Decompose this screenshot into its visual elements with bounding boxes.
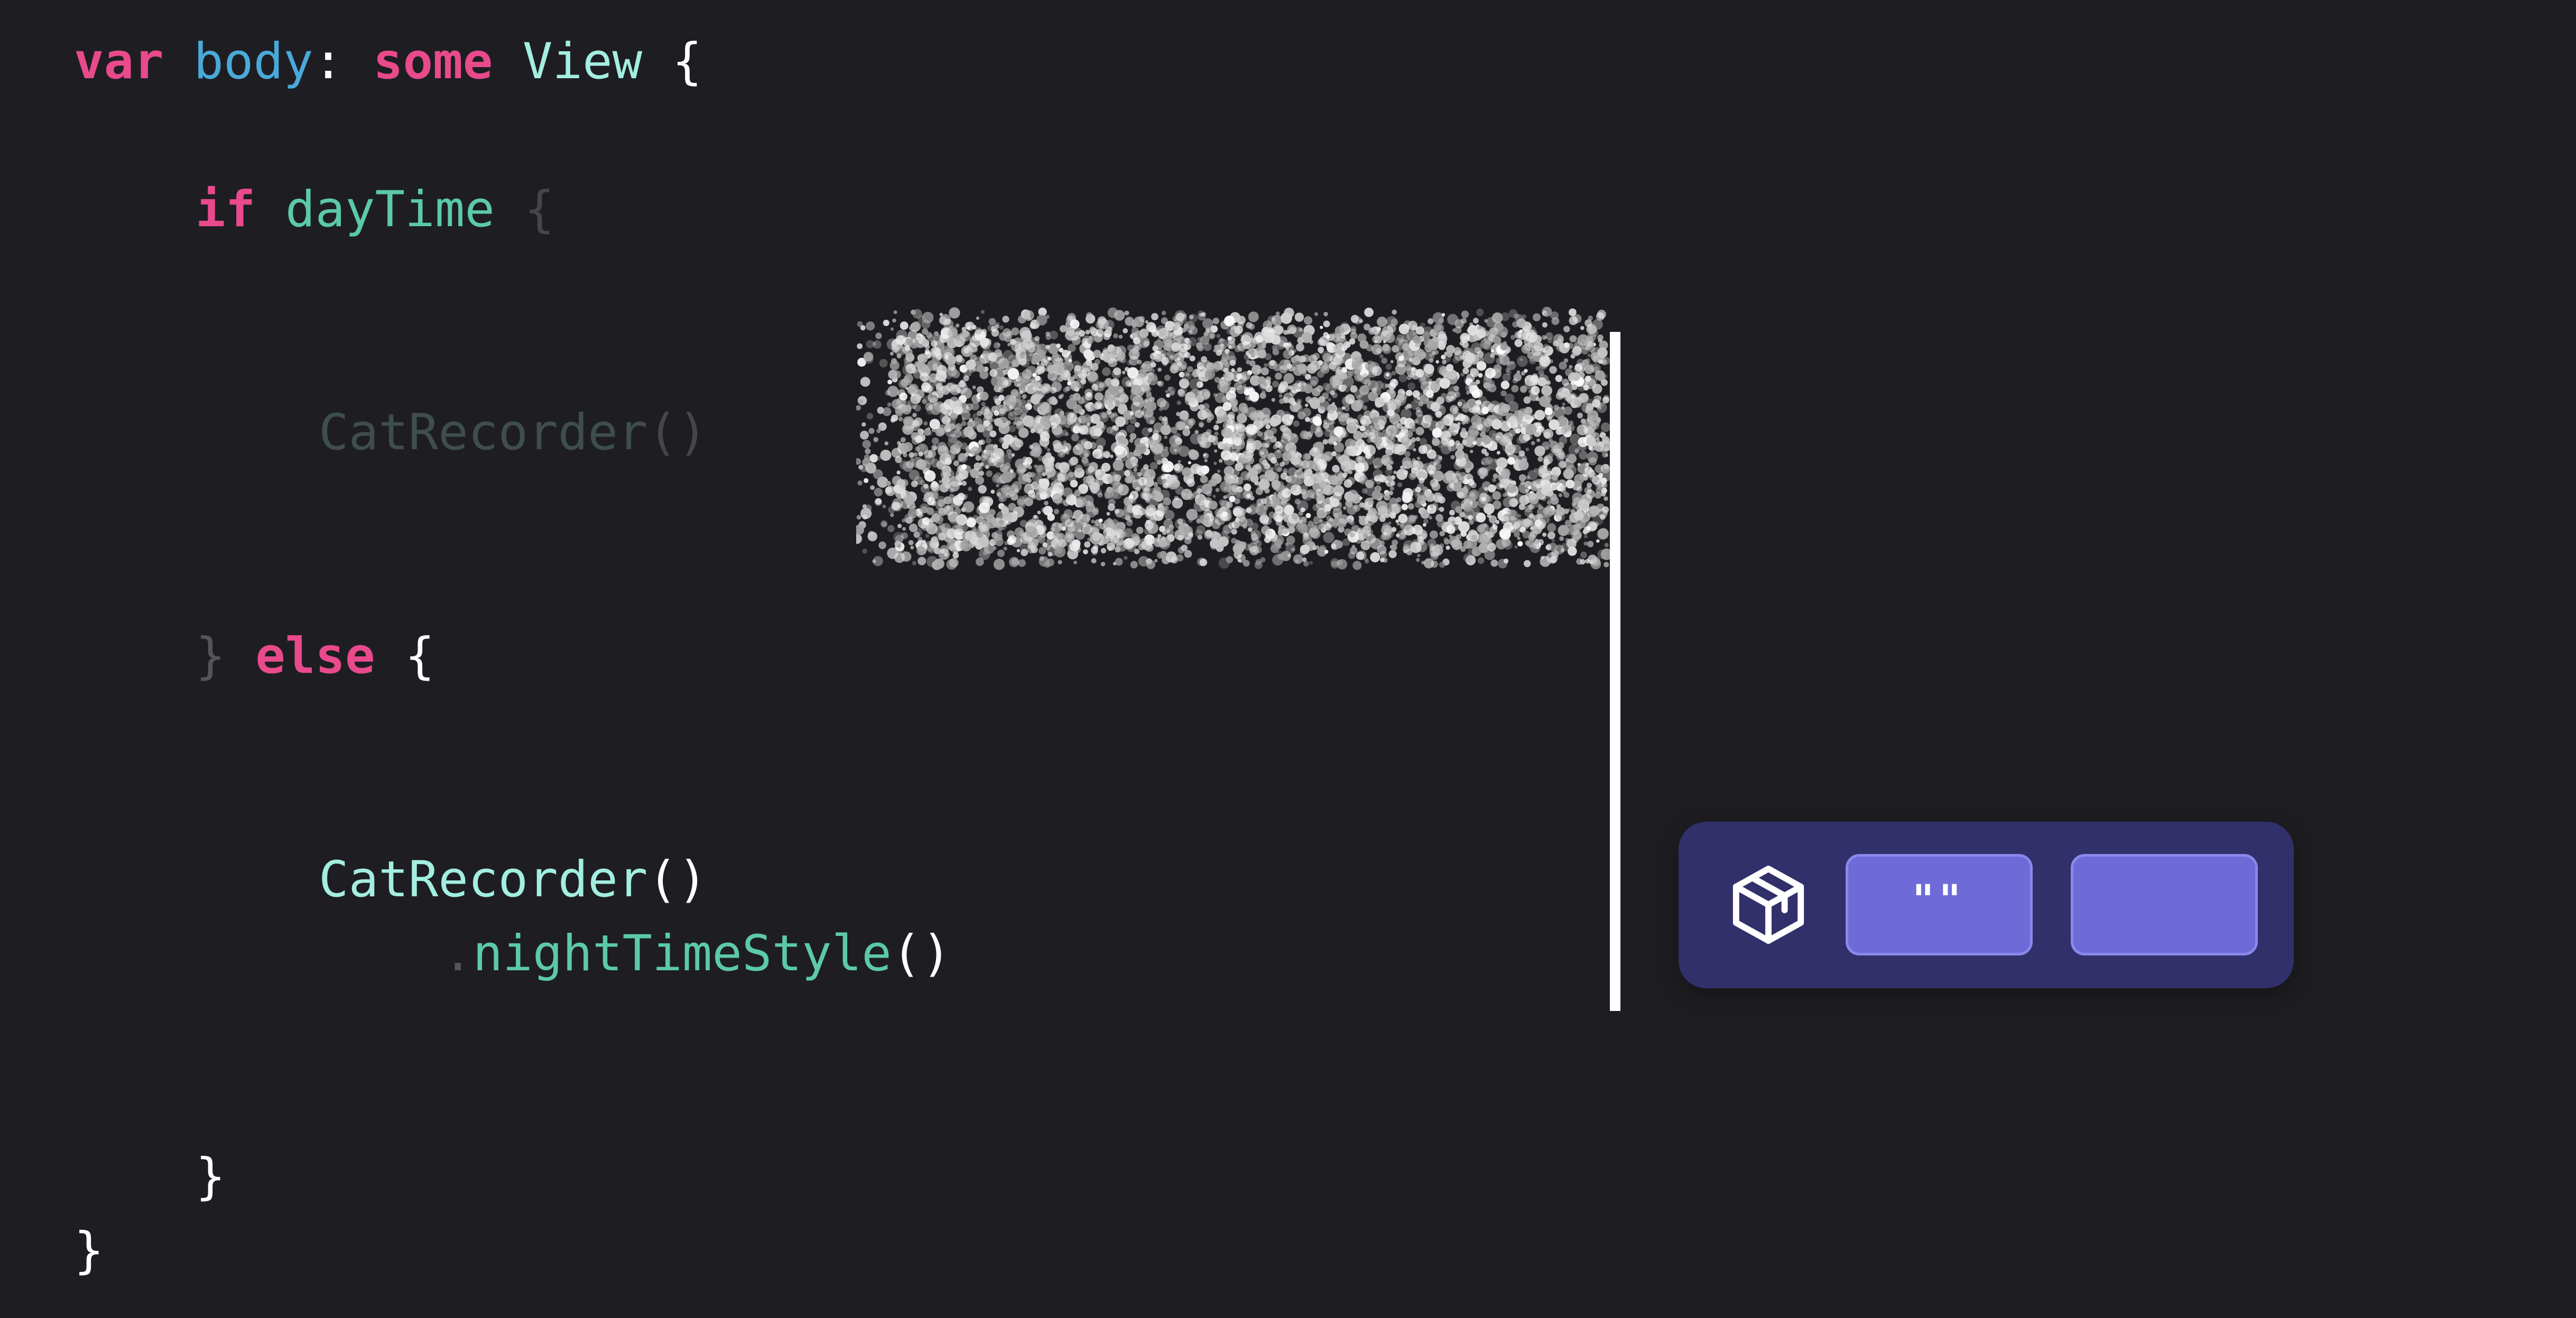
parens: () <box>647 851 708 908</box>
keyword-var: var <box>74 33 164 90</box>
parens: () <box>891 925 952 982</box>
modifier-nighttimestyle: nightTimeStyle <box>472 925 892 982</box>
code-line-2: if dayTime { <box>196 185 554 235</box>
code-line-4: } else { <box>196 632 435 681</box>
keyword-if: if <box>196 181 256 238</box>
floating-toolbar: "" <box>1679 822 2294 988</box>
package-box-icon[interactable] <box>1723 860 1813 950</box>
colon: : <box>313 33 344 90</box>
code-line-6: .nightTimeStyle() <box>443 929 951 979</box>
close-brace: } <box>74 1222 104 1279</box>
code-line-7: } <box>196 1152 226 1202</box>
open-brace-dim: { <box>524 181 555 238</box>
code-line-5: CatRecorder() <box>319 855 708 905</box>
close-brace-dim: } <box>196 627 226 685</box>
blank-action-button[interactable] <box>2071 854 2258 955</box>
condition-daytime: dayTime <box>285 181 495 238</box>
code-line-8: } <box>74 1226 104 1276</box>
keyword-some: some <box>373 33 493 90</box>
code-editor-canvas: var body: some View { if dayTime { CatRe… <box>0 0 2576 1318</box>
keyword-else: else <box>255 627 375 685</box>
string-literal-button[interactable]: "" <box>1846 854 2033 955</box>
close-brace: } <box>196 1148 226 1205</box>
code-line-1: var body: some View { <box>74 37 702 87</box>
type-view: View <box>522 33 643 90</box>
dot: . <box>443 925 473 982</box>
open-brace: { <box>672 33 702 90</box>
code-line-3-faded: CatRecorder() <box>319 408 708 458</box>
open-brace: { <box>405 627 435 685</box>
property-body: body <box>193 33 313 90</box>
parens-faded: () <box>647 404 708 461</box>
dissolve-particle-effect <box>856 307 1613 570</box>
transition-sweep-line <box>1610 332 1620 1011</box>
call-catrecorder-faded: CatRecorder <box>319 404 648 461</box>
call-catrecorder: CatRecorder <box>319 851 648 908</box>
